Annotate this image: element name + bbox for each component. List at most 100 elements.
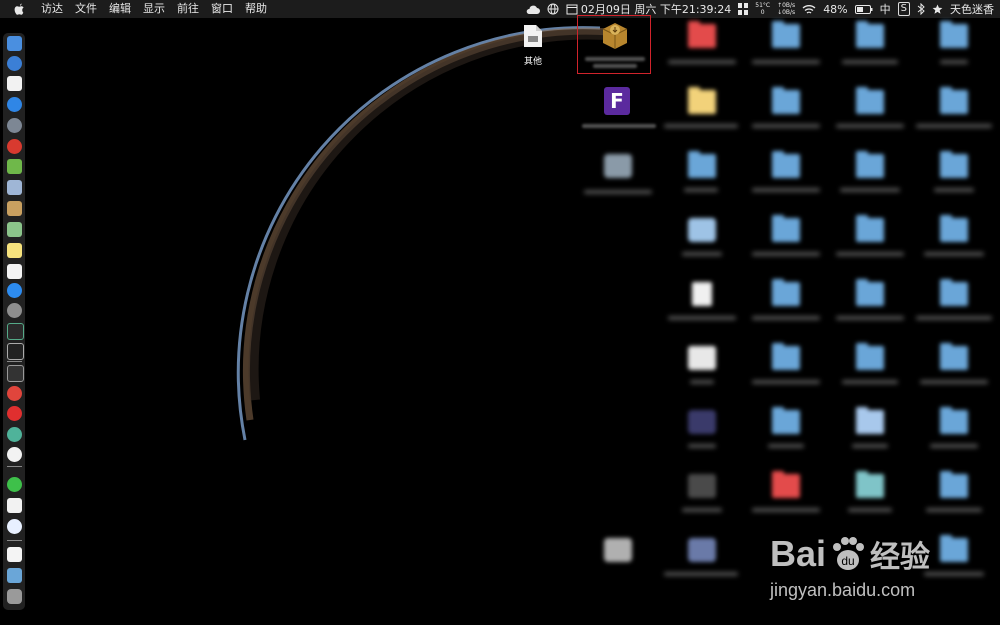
bluetooth-icon[interactable] xyxy=(917,3,925,15)
temperature-widget[interactable]: 51°C 0 xyxy=(755,2,770,16)
folder-item[interactable] xyxy=(748,18,824,80)
grid-icon[interactable] xyxy=(738,3,749,15)
stickies-icon[interactable] xyxy=(7,243,22,258)
baidu-netdisk-icon[interactable] xyxy=(7,519,22,534)
watermark-logo-row: Bai du 经验 xyxy=(770,532,930,576)
input-method[interactable]: 中 xyxy=(880,1,891,17)
folder-item[interactable] xyxy=(916,18,992,80)
folder-item[interactable] xyxy=(916,276,992,338)
preview-icon[interactable] xyxy=(7,180,22,195)
temperature-sub: 0 xyxy=(760,9,765,16)
folder-red[interactable] xyxy=(664,18,740,80)
menu-help[interactable]: 帮助 xyxy=(239,0,273,18)
desktop-item-app[interactable] xyxy=(664,468,740,530)
folder-item[interactable] xyxy=(916,340,992,402)
safari-icon[interactable] xyxy=(7,97,22,112)
file-icon[interactable] xyxy=(7,547,22,562)
document-icon[interactable] xyxy=(7,498,22,513)
menu-file[interactable]: 文件 xyxy=(69,0,103,18)
watermark-url: jingyan.baidu.com xyxy=(770,580,916,600)
folder-item[interactable] xyxy=(916,212,992,274)
globe-icon[interactable] xyxy=(547,3,559,15)
desktop-item-app[interactable]: F xyxy=(582,82,658,144)
folder-item[interactable] xyxy=(748,212,824,274)
safari-globe-icon[interactable] xyxy=(7,56,22,71)
desktop-item-app[interactable] xyxy=(580,148,656,210)
watermark-cn: 经验 xyxy=(870,540,931,575)
desktop-file-label: 其他 xyxy=(523,57,542,67)
desktop-item-file[interactable] xyxy=(664,340,740,402)
dock xyxy=(3,33,25,610)
console-icon[interactable] xyxy=(7,365,24,382)
desktop-item-app[interactable] xyxy=(664,532,740,594)
trash-icon[interactable] xyxy=(7,589,22,604)
terminal-icon[interactable] xyxy=(7,343,24,360)
dock-separator xyxy=(7,361,22,362)
baidu-jingyan-watermark: Bai du 经验 jingyan.baidu.com xyxy=(770,520,970,610)
desktop-item-file[interactable] xyxy=(664,276,740,338)
dock-separator xyxy=(7,540,22,541)
android-icon[interactable] xyxy=(7,159,22,174)
folder-item[interactable] xyxy=(832,212,908,274)
game-app-icon: F xyxy=(604,87,630,115)
temperature-value: 51°C xyxy=(755,2,771,9)
menu-finder[interactable]: 访达 xyxy=(35,0,69,18)
folder-item[interactable] xyxy=(832,404,908,466)
s-app-badge[interactable]: S xyxy=(897,2,910,16)
apple-menu[interactable] xyxy=(0,3,35,16)
user-name[interactable]: 天色迷香 xyxy=(950,1,994,17)
menu-window[interactable]: 窗口 xyxy=(205,0,239,18)
desktop-file-other[interactable]: 其他 xyxy=(520,24,546,76)
vivaldi-icon[interactable] xyxy=(7,386,22,401)
star-icon[interactable] xyxy=(932,4,943,15)
folder-item[interactable] xyxy=(832,148,908,210)
maps-icon[interactable] xyxy=(7,222,22,237)
cloud-icon[interactable] xyxy=(526,4,540,15)
document-icon xyxy=(524,25,542,47)
dock-separator xyxy=(7,466,22,467)
folder-item[interactable] xyxy=(664,148,740,210)
wechat-icon[interactable] xyxy=(7,477,22,492)
apple-icon xyxy=(14,3,24,15)
notes-icon[interactable] xyxy=(7,201,22,216)
folder-item[interactable] xyxy=(832,84,908,146)
launchpad-icon[interactable] xyxy=(7,118,22,133)
refresh-app-icon[interactable] xyxy=(7,427,22,442)
folder-item[interactable] xyxy=(748,148,824,210)
folder-item[interactable] xyxy=(748,84,824,146)
folder-item[interactable] xyxy=(832,340,908,402)
folder-item[interactable] xyxy=(748,340,824,402)
battery-icon[interactable] xyxy=(854,4,873,14)
textedit-icon[interactable] xyxy=(7,264,22,279)
music-app-icon[interactable] xyxy=(7,406,22,421)
finder-icon[interactable] xyxy=(7,36,22,51)
folder-item[interactable] xyxy=(916,148,992,210)
calendar-app-icon[interactable] xyxy=(7,76,22,91)
network-speed[interactable]: ↑0B/s ↓0B/s xyxy=(777,2,795,16)
desktop-item-app[interactable] xyxy=(664,404,740,466)
wifi-icon[interactable] xyxy=(802,4,816,15)
folder-item[interactable] xyxy=(832,276,908,338)
settings-icon[interactable] xyxy=(7,303,22,318)
menu-edit[interactable]: 编辑 xyxy=(103,0,137,18)
menu-view[interactable]: 显示 xyxy=(137,0,171,18)
activity-monitor-icon[interactable] xyxy=(7,323,24,340)
battery-percent[interactable]: 48% xyxy=(823,3,847,16)
net-upload: ↑0B/s xyxy=(777,2,796,9)
watermark-brand-tail: du xyxy=(841,554,854,568)
folder-item[interactable] xyxy=(916,404,992,466)
folder-icon[interactable] xyxy=(7,568,22,583)
desktop-item-app[interactable] xyxy=(580,532,656,594)
folder-item[interactable] xyxy=(748,404,824,466)
desktop-item-app[interactable] xyxy=(664,212,740,274)
menu-go[interactable]: 前往 xyxy=(171,0,205,18)
folder-item[interactable] xyxy=(916,84,992,146)
watermark-brand: Bai xyxy=(770,533,827,574)
folder-item[interactable] xyxy=(832,18,908,80)
appstore-icon[interactable] xyxy=(7,283,22,298)
folder-yellow[interactable] xyxy=(664,84,740,146)
netease-music-icon[interactable] xyxy=(7,139,22,154)
yandex-icon[interactable] xyxy=(7,447,22,462)
calendar-icon[interactable] xyxy=(566,3,578,15)
folder-item[interactable] xyxy=(748,276,824,338)
